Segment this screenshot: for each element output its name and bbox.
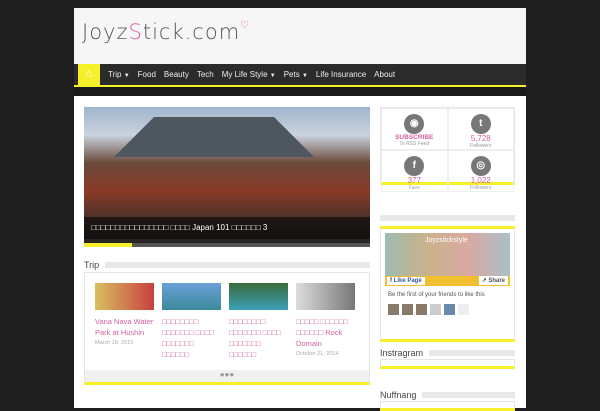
avatar[interactable] [444,304,455,315]
instagram-icon: ◎ [470,156,491,176]
button-label: Share [488,278,505,284]
nav-label: Pets [283,70,300,79]
divider [422,392,515,398]
post-title[interactable]: □□□□□□□□ □□□□□□□ □□□□ □□□□□□□ □□□□□□ □□□… [229,316,288,358]
featured-slider[interactable]: □□□□□□□□□□□□□□□□ □□□□ Japan 101 □□□□□□ 3 [84,107,370,247]
social-counters: ◉ SUBSCRIBE To RSS Feed t 5,728 Followers f3… [380,107,515,192]
facebook-counter[interactable]: f 377 Fans [381,150,448,192]
divider [429,350,515,356]
post-title[interactable]: Vana Nava Water Park at Hushin [95,316,154,338]
nav-label: Trip [108,70,122,79]
caret-down-icon: ▼ [123,73,130,79]
nav-pets[interactable]: Pets ▼ [284,70,308,79]
nav-my-life-style[interactable]: My Life Style ▼ [222,70,276,79]
section-title: Instragram [380,348,424,358]
page: JoyzStick.com♡ ⌂ Trip ▼ Food Beauty Tech… [74,8,526,411]
facebook-friends-text: Be the first of your friends to like thi… [388,292,485,298]
caret-down-icon: ▼ [269,73,276,79]
post-thumbnail [229,283,288,310]
nuffnang-widget [380,401,515,411]
subnav-bar [74,87,526,96]
home-button[interactable]: ⌂ [78,62,100,85]
fan-avatars [385,304,510,315]
nav-life-insurance[interactable]: Life Insurance [316,70,366,79]
instagram-section-title: Instragram [380,348,515,358]
nav-about[interactable]: About [374,70,395,79]
avatar[interactable] [430,304,441,315]
nav-food[interactable]: Food [138,70,156,79]
slide-progress [84,243,370,247]
counter-value: SUBSCRIBE [395,134,434,141]
post-date: March 18, 2015 [95,340,134,346]
logo-part: Joyz [82,20,129,44]
avatar[interactable] [458,304,469,315]
facebook-page-widget: Joyzstickstyle f Like Page ↗ Share Be th… [380,226,515,342]
post-card[interactable]: □□□□□□□□ □□□□□□□ □□□□ □□□□□□□ □□□□□□ □□□… [162,283,221,358]
header: JoyzStick.com♡ [74,8,526,64]
post-title[interactable]: □□□□□□□□ □□□□□□□ □□□□ □□□□□□□ □□□□□□ □□□… [162,316,221,358]
rss-counter[interactable]: ◉ SUBSCRIBE To RSS Feed [381,108,448,150]
post-date: October 21, 2014 [296,351,339,357]
post-thumbnail [95,283,154,310]
counter-label: Fans [408,185,420,191]
facebook-page-name[interactable]: Joyzstickstyle [425,237,468,244]
facebook-cover[interactable]: Joyzstickstyle f Like Page ↗ Share [385,233,510,286]
facebook-icon: f [404,156,425,176]
site-logo[interactable]: JoyzStick.com♡ [82,20,250,44]
section-title: Trip [84,260,100,270]
nav-tech[interactable]: Tech [197,70,214,79]
carousel-pagination[interactable]: ●●● [85,370,369,382]
twitter-icon: t [470,114,491,134]
main-nav: ⌂ Trip ▼ Food Beauty Tech My Life Style … [74,62,526,85]
counter-label: Followers [470,143,492,149]
post-card[interactable]: □□□□□□□□ □□□□□□□ □□□□ □□□□□□□ □□□□□□ □□□… [229,283,288,358]
button-label: Like Page [393,278,422,284]
slide-caption[interactable]: □□□□□□□□□□□□□□□□ □□□□ Japan 101 □□□□□□ 3 [84,217,370,239]
home-icon: ⌂ [85,67,93,80]
instagram-widget [380,359,515,369]
nav-label: My Life Style [221,70,268,79]
post-thumbnail [296,283,355,310]
trip-carousel: Vana Nava Water Park at Hushin March 18, … [84,272,370,385]
trip-section-title: Trip [84,260,370,270]
post-thumbnail [162,283,221,310]
rss-icon: ◉ [404,114,425,134]
share-button[interactable]: ↗ Share [478,276,508,285]
counter-value: 1,022 [470,176,491,185]
counter-label: Followers [470,185,492,191]
section-title: Nuffnang [380,390,417,400]
nuffnang-section-title: Nuffnang [380,390,515,400]
heart-icon: ♡ [240,20,251,31]
divider [380,215,515,221]
caret-down-icon: ▼ [301,73,308,79]
counter-label: To RSS Feed [399,141,430,147]
instagram-counter[interactable]: ◎ 1,022 Followers [447,150,514,192]
post-card[interactable]: □□□□□ □□□□□□ □□□□□□ Rock Domain October 2… [296,283,355,358]
counter-value: 5,728 [470,134,491,143]
avatar[interactable] [388,304,399,315]
twitter-counter[interactable]: t 5,728 Followers [447,108,514,150]
logo-part: S [128,20,143,44]
slide-image [114,117,314,157]
avatar[interactable] [416,304,427,315]
nav-trip[interactable]: Trip ▼ [108,70,130,79]
logo-part: tick.com [142,20,241,44]
like-page-button[interactable]: f Like Page [387,277,425,285]
counter-value: 377 [407,176,421,185]
post-card[interactable]: Vana Nava Water Park at Hushin March 18, … [95,283,154,358]
post-title[interactable]: □□□□□ □□□□□□ □□□□□□ Rock Domain [296,316,355,349]
avatar[interactable] [402,304,413,315]
divider [105,262,370,268]
nav-beauty[interactable]: Beauty [164,70,189,79]
